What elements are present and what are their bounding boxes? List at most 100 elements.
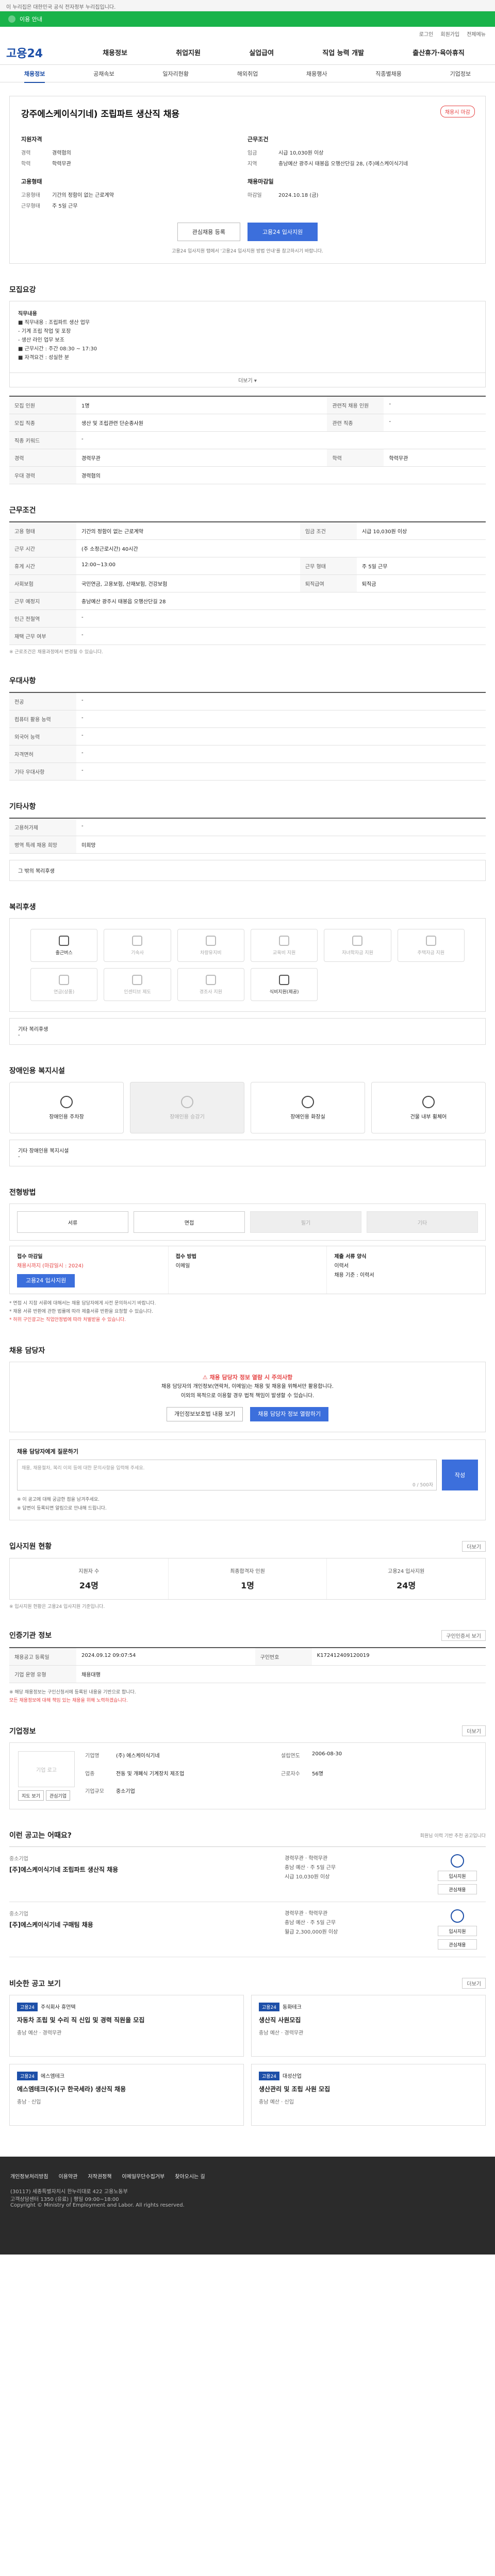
subnav-item-occupation[interactable]: 직종별채용 xyxy=(375,70,402,78)
table-key: 고용 형태 xyxy=(9,522,76,540)
subnav-item-jobs[interactable]: 채용정보 xyxy=(24,70,45,83)
desc-toggle[interactable]: 더보기 ▾ xyxy=(9,373,486,387)
subnav-item-status[interactable]: 일자리현황 xyxy=(162,70,189,78)
company-box: 기업 로고 지도 보기 관심기업 기업명 (주) 에스케이식기네 설립연도 2006… xyxy=(9,1742,486,1810)
gnb-item-training[interactable]: 직업 능력 개발 xyxy=(322,47,364,57)
company-logo-area: 기업 로고 지도 보기 관심기업 xyxy=(18,1751,75,1801)
footer-line: (30117) 세종특별자치시 한누리대로 422 고용노동부 xyxy=(10,2189,128,2195)
welfare-label: 식비지원(제공) xyxy=(269,989,299,995)
rec-title[interactable]: [주]에스케이식기네 구매팀 채용 xyxy=(9,1920,285,1929)
rec-meta-item: 학력무관 xyxy=(308,1856,328,1862)
subnav-item-events[interactable]: 채용행사 xyxy=(306,70,327,78)
welfare-box-value: - xyxy=(18,1032,20,1038)
table-value: - xyxy=(76,762,486,781)
submit-question-button[interactable]: 작성 xyxy=(442,1460,478,1491)
table-key: 채용공고 등록일 xyxy=(9,1647,76,1666)
question-textarea[interactable]: 채용, 채용절차, 복리 이외 등에 대한 문의사항을 입력해 주세요. 0 /… xyxy=(17,1460,437,1491)
job-description: 직무내용 ■ 직무내용 : 조립파트 생산 업무 - 기계 조립 작업 및 포장… xyxy=(9,301,486,373)
stat-applicants: 지원자 수 24명 xyxy=(10,1558,169,1599)
gift-icon xyxy=(205,974,216,985)
table-value: 충남예산 광주시 태봉읍 오행산단길 28 xyxy=(76,592,486,610)
gnb-item-leave[interactable]: 출산휴가·육아휴직 xyxy=(412,47,465,57)
card-meta: 충남 예산 · 신입 xyxy=(259,2099,294,2106)
section-title-stats: 입사지원 현황 더보기 xyxy=(9,1540,486,1552)
footer-link[interactable]: 찾아오시는 길 xyxy=(175,2172,205,2180)
process-apply-button[interactable]: 고용24 입사지원 xyxy=(17,1274,75,1287)
signup-link[interactable]: 회원가입 xyxy=(440,30,459,38)
site-logo[interactable]: 고용24 xyxy=(6,44,78,61)
qa-title: 채용 담당자에게 질문하기 xyxy=(17,1448,78,1455)
rec-apply-button[interactable]: 입사지원 xyxy=(438,1926,477,1937)
rec-title[interactable]: [주]에스케이식기네 조립파트 생산직 채용 xyxy=(9,1865,285,1874)
wheelchair-icon xyxy=(422,1095,435,1108)
gnb-item-jobs[interactable]: 채용정보 xyxy=(103,47,127,57)
table-key: 인근 전철역 xyxy=(9,609,76,628)
footer-link[interactable]: 저작권정책 xyxy=(88,2172,111,2180)
rec-meta-item: 시급 10,030원 이상 xyxy=(285,1874,330,1880)
summary-value: 충남예산 광주시 태봉읍 오행산단길 28, (주)에스케이식기네 xyxy=(278,161,408,167)
rec-scrap-button[interactable]: 관심채용 xyxy=(438,1939,477,1950)
welfare-item: 차량유지비 xyxy=(177,929,244,962)
similar-more-button[interactable]: 더보기 xyxy=(462,1978,486,1989)
certificate-button[interactable]: 구인인증서 보기 xyxy=(441,1630,486,1641)
utility-menu: 로그인 회원가입 전체메뉴 xyxy=(0,27,495,40)
facility-grid: 장애인용 주차장 장애인용 승강기 장애인용 화장실 건물 내부 휠체어 xyxy=(9,1082,486,1133)
section-title-company: 기업정보 더보기 xyxy=(9,1725,486,1737)
welfare-heading: 복리후생 xyxy=(9,903,36,911)
table-row: 컴퓨터 활용 능력 - xyxy=(9,710,486,728)
notice-bar[interactable]: 이용 안내 xyxy=(0,11,495,27)
table-row: 우대 경력 경력협의 xyxy=(9,466,486,484)
list-item[interactable]: 중소기업 [주]에스케이식기네 구매팀 채용 경력무관 · 학력무관 충남 예산… xyxy=(9,1902,486,1958)
list-item[interactable]: 중소기업 [주]에스케이식기네 조립파트 생산직 채용 경력무관 · 학력무관 … xyxy=(9,1847,486,1903)
subnav-item-overseas[interactable]: 해외취업 xyxy=(237,70,258,78)
stats-more-button[interactable]: 더보기 xyxy=(462,1540,486,1552)
footer-link[interactable]: 이용약관 xyxy=(59,2172,78,2180)
section-title-contact: 채용 담당자 xyxy=(9,1345,486,1355)
section-title-recruit: 모집요강 xyxy=(9,284,486,295)
note-line: 모든 채용정보에 대해 책임 있는 채용을 위해 노력하겠습니다. xyxy=(9,1698,128,1703)
process-col-title: 접수 방법 xyxy=(175,1254,196,1260)
scrap-button[interactable]: 관심채용 등록 xyxy=(177,223,240,241)
footer: 개인정보처리방침 이용약관 저작권정책 이메일무단수집거부 찾아오시는 길 (3… xyxy=(0,2157,495,2255)
card-tag: 고용24 xyxy=(259,2072,280,2081)
section-title-welfare: 복리후생 xyxy=(9,902,486,912)
gnb-item-support[interactable]: 취업지원 xyxy=(176,47,201,57)
apply-button[interactable]: 고용24 입사지원 xyxy=(248,223,318,241)
table-key: 재택 근무 여부 xyxy=(9,627,76,645)
section-title-process: 전형방법 xyxy=(9,1187,486,1197)
job-card[interactable]: 고용24 대성산업 생산관리 및 조립 사원 모집 충남 예산 · 신입 xyxy=(251,2064,486,2126)
job-card[interactable]: 고용24 에스엠테크 에스엠테크(주)(구 한국세라) 생산직 채용 충남 · 신… xyxy=(9,2064,244,2126)
footer-link[interactable]: 개인정보처리방침 xyxy=(10,2172,48,2180)
favorite-company-button[interactable]: 관심기업 xyxy=(45,1790,71,1801)
rec-apply-button[interactable]: 입사지원 xyxy=(438,1871,477,1882)
gnb-item-unemployment[interactable]: 실업급여 xyxy=(249,47,274,57)
welfare-label: 자녀학자금 지원 xyxy=(342,950,373,956)
subnav-item-company[interactable]: 기업정보 xyxy=(450,70,471,78)
all-menu-link[interactable]: 전체메뉴 xyxy=(467,30,486,38)
privacy-law-button[interactable]: 개인정보보호법 내용 보기 xyxy=(166,1407,243,1422)
stat-label: 고용24 입사지원 xyxy=(388,1568,425,1574)
welfare-grid: 출근버스 기숙사 차량유지비 교육비 지원 자녀학자금 지원 주택자금 지원 연… xyxy=(9,918,486,1012)
company-more-button[interactable]: 더보기 xyxy=(462,1725,486,1737)
job-card[interactable]: 고용24 동화테크 생산직 사원모집 충남 예산 · 경력무관 xyxy=(251,1995,486,2057)
welfare-item: 경조사 지원 xyxy=(177,968,244,1001)
rec-meta: 경력무관 · 학력무관 충남 예산 · 주 5일 근무 월급 2,300,000… xyxy=(285,1909,429,1950)
welfare-label: 차량유지비 xyxy=(200,950,222,956)
table-key: 직종 키워드 xyxy=(9,431,76,449)
login-link[interactable]: 로그인 xyxy=(419,30,434,38)
welfare-item: 식비지원(제공) xyxy=(250,968,318,1001)
job-card[interactable]: 고용24 주식회사 휴먼텍 자동차 조립 및 수리 직 신입 및 경력 직원을 모… xyxy=(9,1995,244,2057)
footer-link[interactable]: 이메일무단수집거부 xyxy=(122,2172,164,2180)
welfare-item: 인센티브 제도 xyxy=(104,968,171,1001)
table-key: 고용허가제 xyxy=(9,818,76,836)
map-button[interactable]: 지도 보기 xyxy=(18,1790,44,1801)
contact-box: ⚠ 채용 담당자 정보 열람 시 주의사항 채용 담당자의 개인정보(연락처, … xyxy=(9,1361,486,1433)
card-title: 생산직 사원모집 xyxy=(259,2016,301,2024)
rec-scrap-button[interactable]: 관심채용 xyxy=(438,1884,477,1895)
card-tag: 고용24 xyxy=(17,2003,38,2012)
note-line: * 면접 시 지참 서류에 대해서는 채용 담당자에게 사전 문의하시기 바랍니… xyxy=(9,1301,156,1306)
subnav-item-public[interactable]: 공채속보 xyxy=(93,70,114,78)
summary-col-right: 근무조건 임금 시급 10,030원 이상 지역 충남예산 광주시 태봉읍 오행산단… xyxy=(248,135,474,212)
table-value: K172412409120019 xyxy=(311,1647,486,1666)
view-contact-button[interactable]: 채용 담당자 정보 열람하기 xyxy=(250,1407,329,1422)
